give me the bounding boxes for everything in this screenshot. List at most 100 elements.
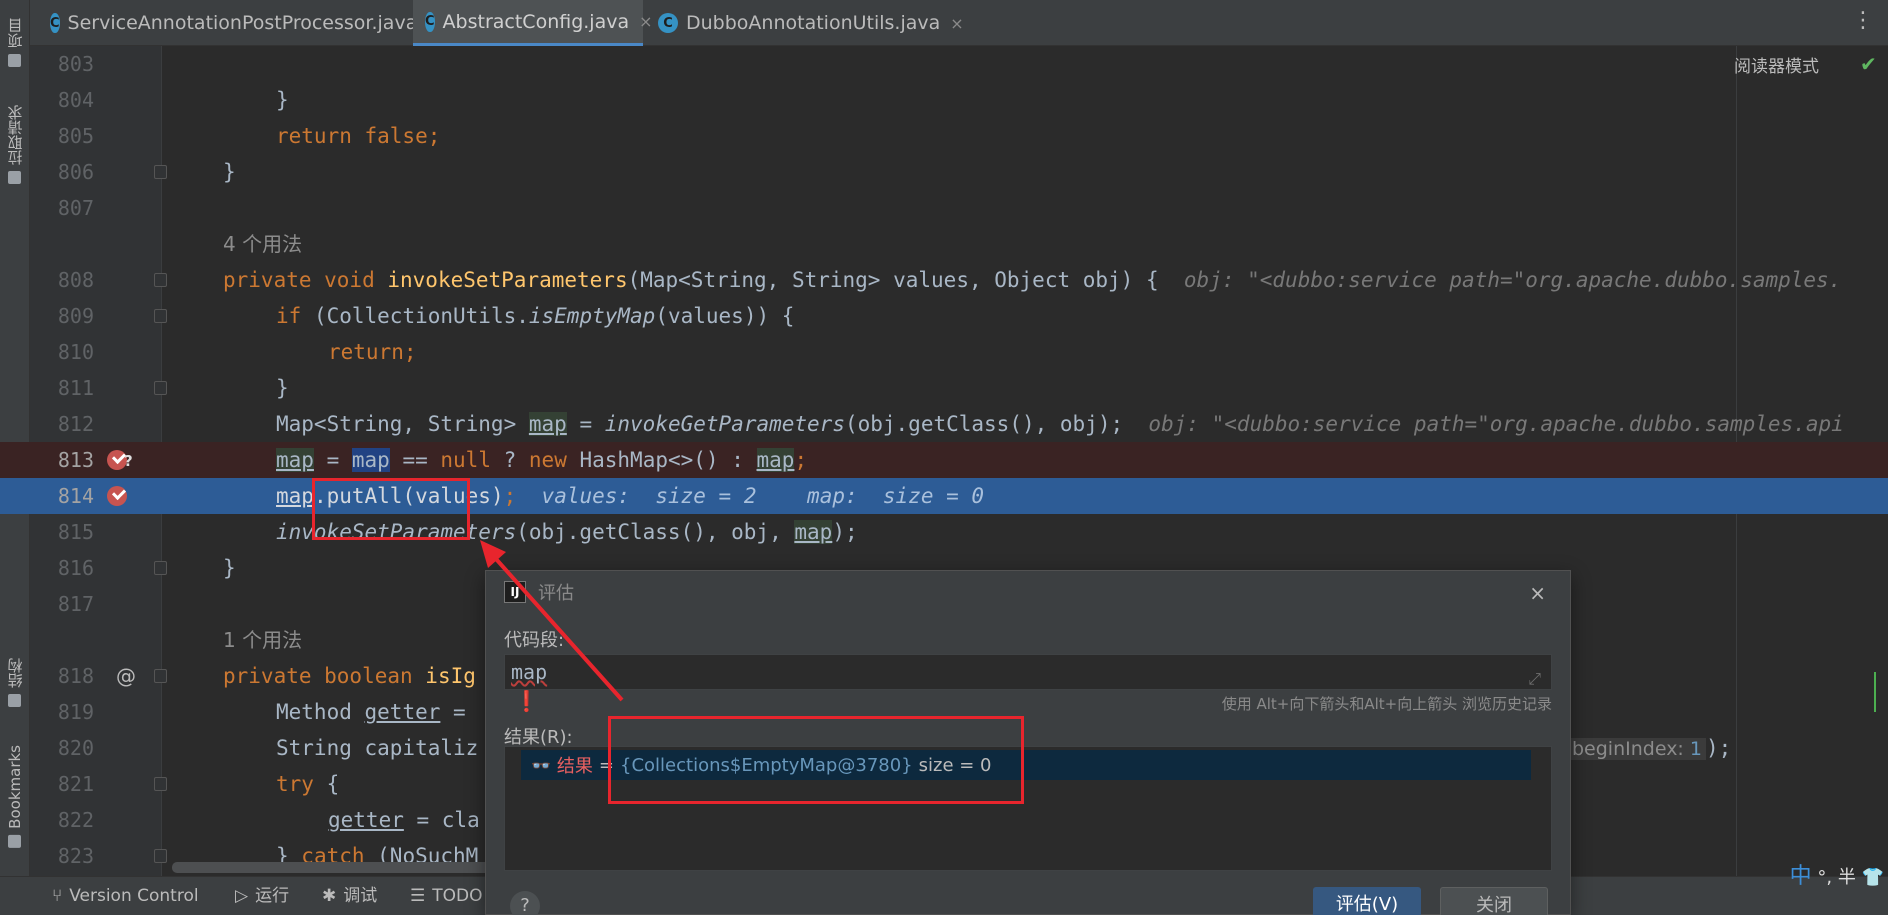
code-text[interactable]: }	[276, 82, 289, 118]
breakpoint-icon[interactable]	[107, 486, 127, 506]
line-number: 823	[57, 844, 94, 868]
more-options-icon[interactable]: ⋮	[1852, 10, 1874, 32]
method-call: isEmptyMap	[528, 304, 656, 328]
parameter-hint-value: 1	[1689, 738, 1702, 760]
annotation-highlight-box	[608, 716, 1024, 804]
run-button[interactable]: ▷ 运行	[235, 877, 289, 915]
ime-language: 中	[1789, 864, 1812, 889]
method-name: isIg	[425, 664, 476, 688]
fold-marker-icon[interactable]	[154, 669, 167, 683]
code-line: 806 }	[0, 154, 1888, 190]
variable: map	[276, 484, 314, 508]
code-text[interactable]: map = map == null ? new HashMap<>() : ma…	[276, 442, 807, 478]
dialog-title-bar[interactable]: IJ 评估	[486, 571, 1570, 613]
variable: map	[351, 448, 390, 472]
variable: map	[756, 448, 795, 472]
fold-marker-icon[interactable]	[154, 309, 167, 323]
code-line: 812 Map<String, String> map = invokeGetP…	[0, 406, 1888, 442]
expression-input[interactable]: map ⤢	[504, 654, 1552, 690]
debug-inline-value: obj: "<dubbo:service path="org.apache.du…	[1148, 412, 1844, 436]
line-number: 803	[57, 52, 94, 76]
code-text[interactable]: Map<String, String> map = invokeGetParam…	[276, 406, 1844, 442]
code-text[interactable]: if (CollectionUtils.isEmptyMap(values)) …	[276, 298, 794, 334]
code-fragment: Method	[276, 700, 365, 724]
line-number: 816	[57, 556, 94, 580]
line-number: 808	[57, 268, 94, 292]
parameter-hint: beginIndex: 1	[1568, 738, 1706, 760]
debug-button[interactable]: ✱ 调试	[322, 877, 377, 915]
button-label: 调试	[343, 886, 378, 906]
annotation-icon[interactable]: @	[116, 658, 136, 694]
line-number: 804	[57, 88, 94, 112]
line-number: 814	[57, 484, 94, 508]
code-text[interactable]: return false;	[276, 118, 440, 154]
code-text[interactable]: try {	[276, 766, 339, 802]
tab-service-annotation-post-processor[interactable]: C ServiceAnnotationPostProcessor.java ×	[38, 0, 441, 46]
code-fragment: (obj.getClass(), obj);	[844, 412, 1124, 436]
close-icon[interactable]: ×	[1529, 581, 1546, 605]
code-fragment: = cla	[403, 808, 480, 832]
code-fragment: HashMap<>() :	[579, 448, 757, 472]
usages-inlay[interactable]: 1 个用法	[223, 622, 302, 658]
close-button[interactable]: 关闭	[1440, 887, 1548, 915]
expand-icon[interactable]: ⤢	[1528, 662, 1541, 696]
code-text[interactable]: }	[276, 370, 289, 406]
line-number: 815	[57, 520, 94, 544]
usages-inlay[interactable]: 4 个用法	[223, 226, 302, 262]
evaluate-button[interactable]: 评估(V)	[1313, 887, 1421, 915]
close-icon[interactable]: ×	[950, 14, 963, 33]
ime-mode: °, 半	[1817, 867, 1856, 888]
horizontal-scrollbar[interactable]	[172, 862, 502, 873]
variable: map	[794, 520, 833, 544]
keyword: try	[276, 772, 314, 796]
tab-dubbo-annotation-utils[interactable]: C DubboAnnotationUtils.java ×	[646, 0, 976, 46]
punctuation: ;	[794, 448, 808, 472]
fold-marker-icon[interactable]	[154, 165, 167, 179]
todo-button[interactable]: ☰ TODO	[410, 877, 483, 915]
code-text-tail[interactable]: beginIndex: 1);	[1568, 730, 1731, 767]
keyword: new	[528, 448, 580, 472]
code-text[interactable]: Method getter =	[276, 694, 478, 730]
branch-icon: ⑂	[52, 886, 63, 906]
version-control-button[interactable]: ⑂ Version Control	[52, 877, 199, 915]
dialog-title: 评估	[538, 583, 574, 604]
fold-marker-icon[interactable]	[154, 561, 167, 575]
execution-point-line: 814 map.putAll(values); values: size = 2…	[0, 478, 1888, 514]
line-number: 810	[57, 340, 94, 364]
error-bulb-icon[interactable]: ❗	[514, 689, 539, 713]
todo-icon: ☰	[410, 886, 426, 906]
line-number: 821	[57, 772, 94, 796]
button-label: TODO	[432, 886, 483, 906]
punctuation: ;	[503, 484, 517, 508]
code-fragment: =	[566, 412, 605, 436]
keyword: private boolean	[223, 664, 426, 688]
help-button[interactable]: ?	[510, 891, 540, 915]
result-name: 结果	[556, 756, 593, 777]
breakpoint-question-icon: ?	[124, 452, 133, 470]
tab-abstract-config[interactable]: C AbstractConfig.java ×	[413, 0, 653, 46]
code-text[interactable]: getter = cla	[328, 802, 480, 838]
fold-marker-icon[interactable]	[154, 273, 167, 287]
code-line: 805 return false;	[0, 118, 1888, 154]
keyword: private void	[223, 268, 388, 292]
tab-label: DubboAnnotationUtils.java	[686, 12, 941, 34]
method-name: invokeSetParameters	[387, 268, 628, 292]
ime-indicator[interactable]: 中 °, 半 👕	[1790, 858, 1884, 890]
parameter-hint-name: beginIndex:	[1572, 738, 1684, 760]
button-label: Version Control	[69, 886, 199, 906]
code-text[interactable]: private boolean isIg	[223, 658, 476, 694]
code-text[interactable]: private void invokeSetParameters(Map<Str…	[223, 262, 1841, 298]
breakpoint-line: 813 ? map = map == null ? new HashMap<>(…	[0, 442, 1888, 478]
run-icon: ▷	[235, 886, 249, 906]
fold-marker-icon[interactable]	[154, 849, 167, 863]
button-label: 运行	[255, 886, 290, 906]
annotation-highlight-box	[312, 478, 470, 540]
line-number: 806	[57, 160, 94, 184]
code-text[interactable]: String capitaliz	[276, 730, 478, 766]
fold-marker-icon[interactable]	[154, 777, 167, 791]
history-hint: 使用 Alt+向下箭头和Alt+向上箭头 浏览历史记录	[1221, 695, 1552, 713]
fold-marker-icon[interactable]	[154, 381, 167, 395]
code-text[interactable]: }	[223, 550, 236, 586]
code-text[interactable]: return;	[328, 334, 417, 370]
code-text[interactable]: }	[223, 154, 236, 190]
